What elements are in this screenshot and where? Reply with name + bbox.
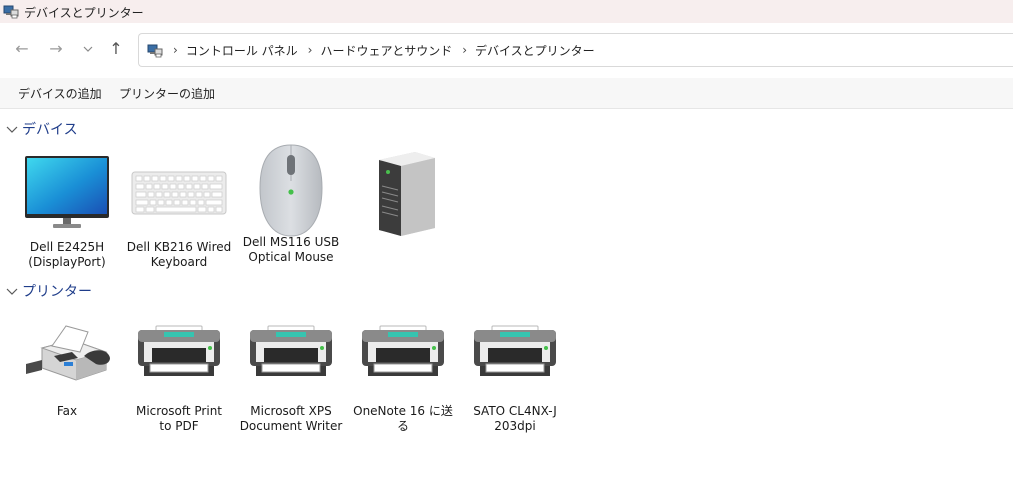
breadcrumb-hardware-sound[interactable]: ハードウェアとサウンド [320,42,452,59]
add-printer-button[interactable]: プリンターの追加 [119,85,215,102]
arrow-left-icon: ← [15,39,29,58]
monitor-icon [25,156,109,228]
device-label: Dell E2425H (DisplayPort) [28,240,106,269]
devices-group-title: デバイス [22,122,78,138]
fax-icon [26,325,110,381]
navigation-bar: ← → ↑ › コントロール パネル › ハードウェアとサウンド › デバイスと… [0,23,1013,77]
add-device-button[interactable]: デバイスの追加 [18,85,102,102]
device-tile-computer[interactable] [346,148,458,238]
printer-tile-sato-cl4nx-j[interactable]: SATO CL4NX-J 203dpi [459,318,571,434]
up-button[interactable]: ↑ [106,39,126,59]
printer-label: OneNote 16 に送 る [353,404,453,433]
device-label: Dell MS116 USB Optical Mouse [242,235,340,264]
chevron-down-icon [6,126,18,133]
devices-printers-location-icon [147,44,163,57]
devices-printers-app-icon [3,5,19,19]
printer-label: Microsoft XPS Document Writer [239,404,343,433]
keyboard-icon [131,171,227,215]
address-bar[interactable]: › コントロール パネル › ハードウェアとサウンド › デバイスとプリンター [138,33,1013,67]
breadcrumb-separator: › [462,43,468,57]
breadcrumb-devices-printers[interactable]: デバイスとプリンター [475,42,595,59]
back-button[interactable]: ← [12,39,32,59]
printer-tile-onenote-16[interactable]: OneNote 16 に送 る [347,318,459,434]
printer-icon [250,325,332,376]
devices-group-header[interactable]: デバイス [6,119,78,139]
title-bar: デバイスとプリンター [0,0,1013,23]
chevron-down-icon [6,288,18,295]
printer-icon [474,325,556,376]
printer-tile-microsoft-xps-document-writer[interactable]: Microsoft XPS Document Writer [235,318,347,434]
printer-label: Fax [56,404,78,418]
printer-label: Microsoft Print to PDF [135,404,223,433]
printer-tile-microsoft-print-to-pdf[interactable]: Microsoft Print to PDF [123,318,235,434]
forward-button[interactable]: → [46,39,66,59]
arrow-up-icon: ↑ [109,39,123,58]
printer-tile-fax[interactable]: Fax [11,318,123,419]
printers-group-header[interactable]: プリンター [6,281,92,301]
arrow-right-icon: → [49,39,63,58]
computer-tower-icon [379,152,435,236]
chevron-down-icon [83,46,93,52]
recent-locations-button[interactable] [78,39,98,59]
device-label: Dell KB216 Wired Keyboard [126,240,232,269]
device-tile-mouse[interactable]: Dell MS116 USB Optical Mouse [235,143,347,265]
printers-group-title: プリンター [22,284,92,300]
window-title: デバイスとプリンター [24,6,144,20]
breadcrumb-control-panel[interactable]: コントロール パネル [186,42,298,59]
printer-label: SATO CL4NX-J 203dpi [473,404,557,433]
breadcrumb-separator: › [307,43,313,57]
breadcrumb-separator: › [173,43,178,57]
device-tile-keyboard[interactable]: Dell KB216 Wired Keyboard [123,148,235,270]
command-bar: デバイスの追加 プリンターの追加 [0,78,1013,109]
printer-icon [138,325,220,376]
device-tile-monitor[interactable]: Dell E2425H (DisplayPort) [11,148,123,270]
mouse-icon [259,144,323,237]
printer-icon [362,325,444,376]
